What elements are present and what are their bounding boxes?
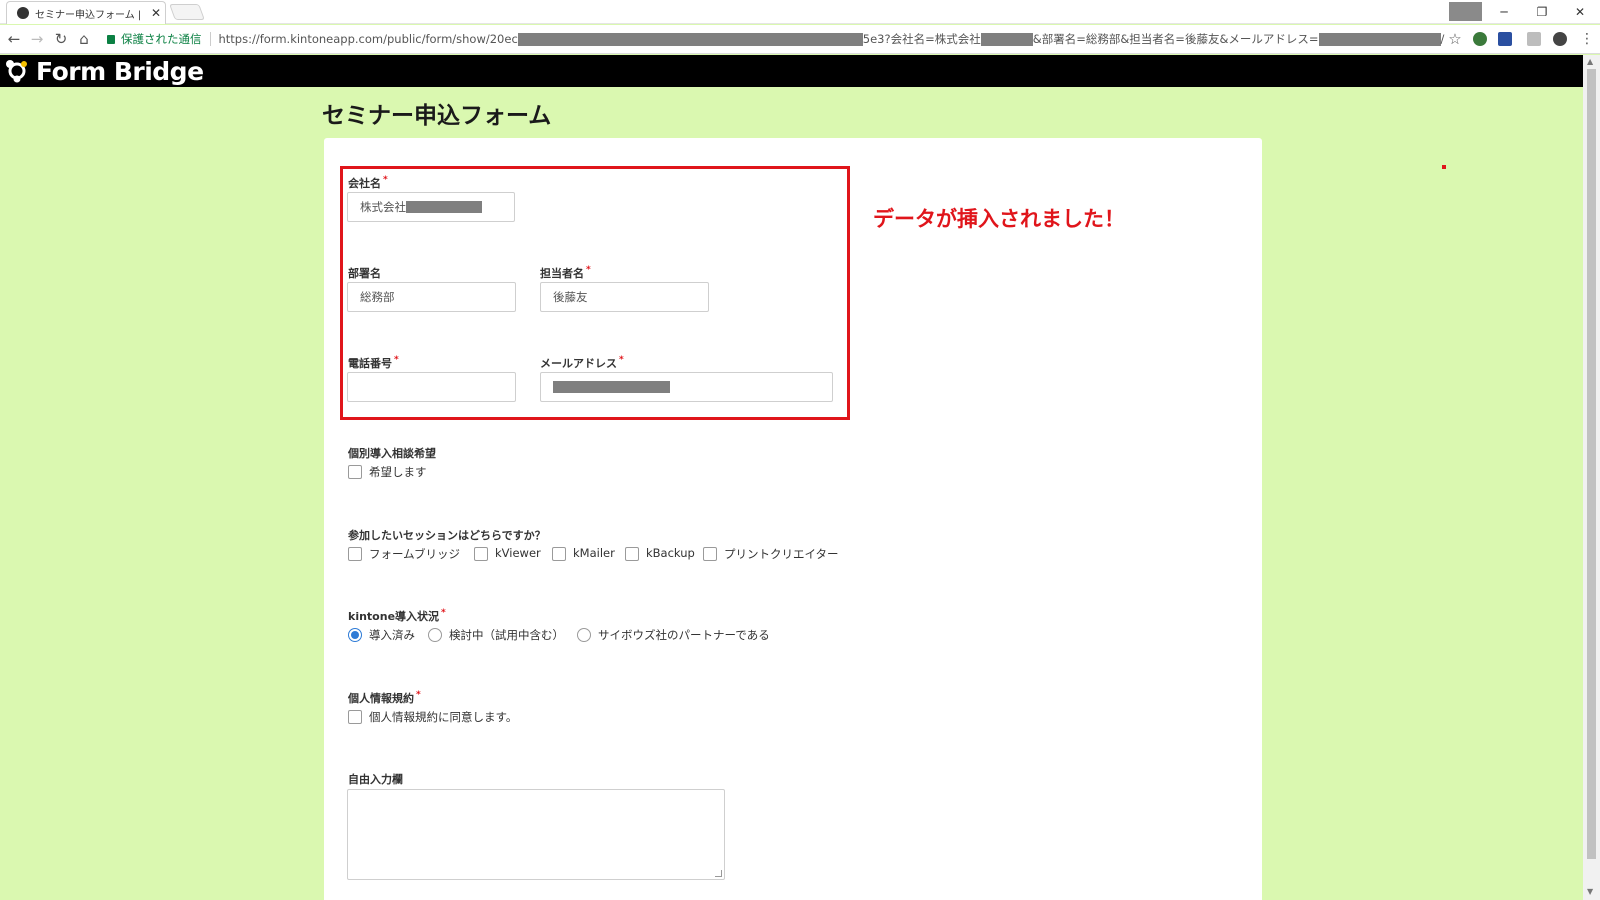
- session-option-formbridge[interactable]: フォームブリッジ: [369, 546, 460, 562]
- kintone-status-radio-installed[interactable]: [348, 628, 362, 642]
- kintone-status-option-considering[interactable]: 検討中（試用中含む）: [449, 627, 564, 643]
- required-mark: *: [619, 355, 624, 365]
- free-input-label: 自由入力欄: [348, 773, 403, 786]
- company-field[interactable]: 株式会社: [347, 192, 515, 222]
- scroll-thumb[interactable]: [1587, 69, 1596, 859]
- lock-icon: [107, 34, 115, 44]
- restore-window-button[interactable]: ❐: [1524, 2, 1560, 22]
- session-option-kmailer[interactable]: kMailer: [573, 546, 615, 560]
- session-checkbox-formbridge[interactable]: [348, 547, 362, 561]
- scroll-down-icon[interactable]: ▼: [1587, 887, 1593, 896]
- browser-toolbar: ← → ↻ ⌂ 保護された通信 https://form.kintoneapp.…: [0, 25, 1600, 54]
- privacy-label: 個人情報規約 *: [348, 690, 421, 705]
- formbridge-favicon-icon: [17, 7, 29, 19]
- forward-icon[interactable]: →: [27, 29, 47, 49]
- session-checkbox-kviewer[interactable]: [474, 547, 488, 561]
- company-value: 株式会社: [360, 200, 406, 214]
- kintone-status-radio-considering[interactable]: [428, 628, 442, 642]
- brand-name: Form Bridge: [36, 56, 204, 86]
- privacy-option-label[interactable]: 個人情報規約に同意します。: [369, 709, 517, 725]
- session-option-printcreator[interactable]: プリントクリエイター: [724, 546, 839, 562]
- url-suffix: /: [1440, 32, 1445, 46]
- cursor-marker: [1442, 165, 1446, 169]
- minimize-window-button[interactable]: ─: [1486, 2, 1522, 22]
- contact-person-value: 後藤友: [553, 290, 588, 304]
- tab-title: セミナー申込フォーム | フォーム: [35, 9, 145, 21]
- back-icon[interactable]: ←: [4, 29, 24, 49]
- session-checkbox-printcreator[interactable]: [703, 547, 717, 561]
- browser-tab[interactable]: セミナー申込フォーム | フォーム ✕: [6, 1, 166, 24]
- reload-icon[interactable]: ↻: [51, 29, 71, 49]
- consultation-checkbox[interactable]: [348, 465, 362, 479]
- kintone-status-label: kintone導入状況 *: [348, 608, 446, 623]
- session-option-kbackup[interactable]: kBackup: [646, 546, 695, 560]
- phone-label: 電話番号 *: [348, 355, 399, 370]
- close-window-button[interactable]: ✕: [1562, 2, 1598, 22]
- company-redaction: [406, 201, 482, 213]
- required-mark: *: [383, 175, 388, 185]
- extension-moon-icon[interactable]: [1553, 32, 1567, 46]
- required-mark: *: [416, 690, 421, 700]
- brand-logo[interactable]: Form Bridge: [4, 56, 204, 86]
- kintone-status-option-partner[interactable]: サイボウズ社のパートナーである: [598, 627, 770, 643]
- address-separator: [209, 32, 211, 46]
- company-label: 会社名 *: [348, 175, 388, 190]
- sessions-label: 参加したいセッションはどちらですか？: [348, 529, 546, 542]
- privacy-checkbox[interactable]: [348, 710, 362, 724]
- browser-menu-icon[interactable]: ⋮: [1580, 30, 1594, 48]
- contact-person-label: 担当者名 *: [540, 265, 591, 280]
- required-mark: *: [394, 355, 399, 365]
- department-field[interactable]: 総務部: [347, 282, 516, 312]
- kintone-status-option-installed[interactable]: 導入済み: [369, 627, 415, 643]
- required-mark: *: [586, 265, 591, 275]
- url-redaction: [980, 32, 1033, 46]
- contact-person-field[interactable]: 後藤友: [540, 282, 709, 312]
- page-title: セミナー申込フォーム: [322, 103, 552, 129]
- email-redaction: [553, 381, 670, 393]
- resize-handle-icon[interactable]: [715, 870, 722, 877]
- url-redaction: [1318, 32, 1441, 46]
- extension-globe-icon[interactable]: [1473, 32, 1487, 46]
- extension-new-icon[interactable]: [1498, 32, 1512, 46]
- email-field[interactable]: [540, 372, 833, 402]
- scroll-up-icon[interactable]: ▲: [1587, 57, 1593, 66]
- department-label: 部署名: [348, 267, 381, 280]
- session-checkbox-kbackup[interactable]: [625, 547, 639, 561]
- new-tab-button[interactable]: [169, 4, 205, 20]
- kintone-status-radio-partner[interactable]: [577, 628, 591, 642]
- url-redaction: [517, 32, 863, 46]
- home-icon[interactable]: ⌂: [74, 29, 94, 49]
- phone-field[interactable]: [347, 372, 516, 402]
- consultation-option-label[interactable]: 希望します: [369, 464, 427, 480]
- email-label: メールアドレス *: [540, 355, 624, 370]
- url-middle: 5e3?会社名=株式会社: [862, 32, 981, 46]
- url-prefix: https://form.kintoneapp.com/public/form/…: [218, 32, 518, 46]
- profile-avatar[interactable]: [1449, 2, 1482, 21]
- free-input-textarea[interactable]: [347, 789, 725, 880]
- extension-puzzle-icon[interactable]: [1527, 32, 1541, 46]
- page-scrollbar[interactable]: ▲ ▼: [1583, 55, 1600, 900]
- session-option-kviewer[interactable]: kViewer: [495, 546, 541, 560]
- department-value: 総務部: [360, 290, 395, 304]
- browser-tabbar: セミナー申込フォーム | フォーム ✕ ─ ❐ ✕: [0, 0, 1600, 24]
- required-mark: *: [441, 608, 446, 618]
- secure-connection-label: 保護された通信: [121, 32, 202, 46]
- url-middle-2: &部署名=総務部&担当者名=後藤友&メールアドレス=: [1032, 32, 1319, 46]
- app-header: Form Bridge: [0, 55, 1583, 87]
- annotation-text: データが挿入されました！: [873, 207, 1125, 231]
- tab-close-icon[interactable]: ✕: [151, 6, 161, 20]
- address-bar[interactable]: 保護された通信 https://form.kintoneapp.com/publ…: [100, 28, 1452, 50]
- formbridge-logo-icon: [4, 58, 30, 84]
- consultation-label: 個別導入相談希望: [348, 447, 436, 460]
- session-checkbox-kmailer[interactable]: [552, 547, 566, 561]
- bookmark-star-icon[interactable]: ☆: [1445, 29, 1465, 49]
